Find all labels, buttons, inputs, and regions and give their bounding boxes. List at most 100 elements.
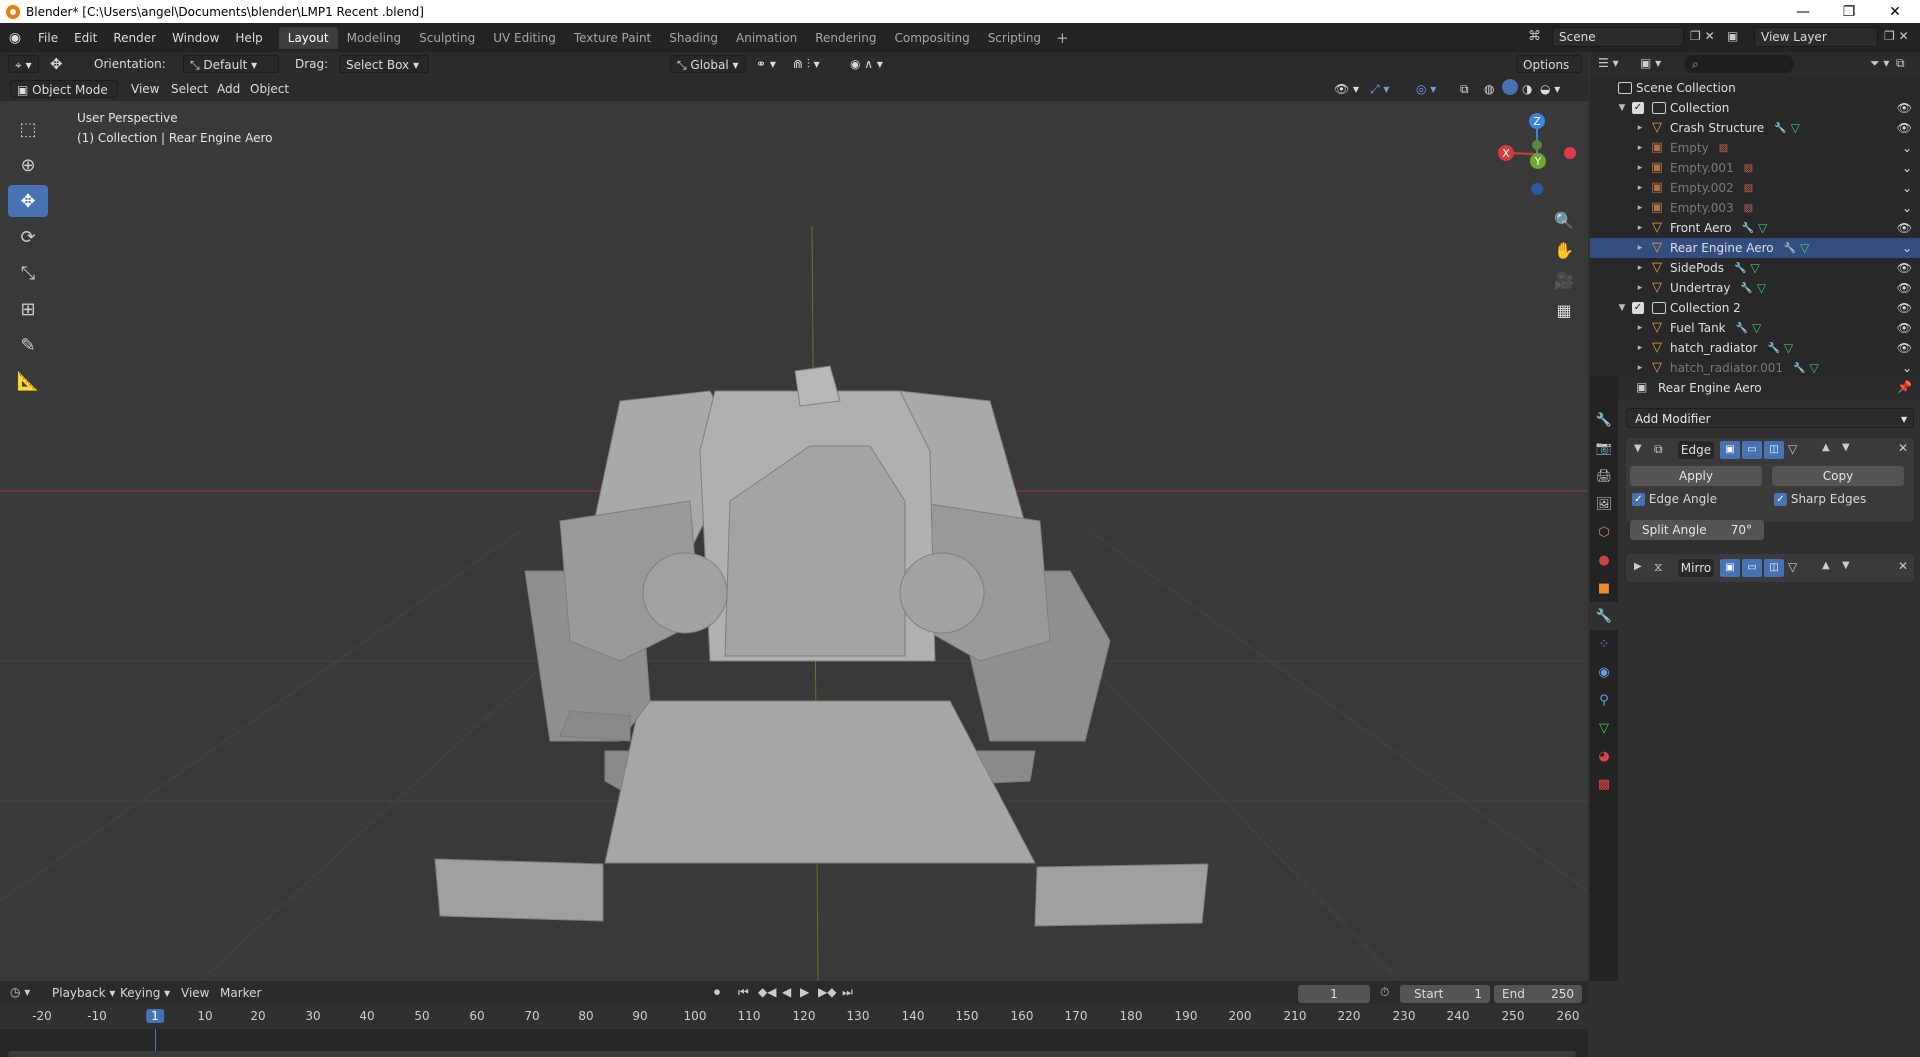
filter-icon[interactable]: ⏷ ▾ bbox=[1870, 56, 1889, 71]
expand-arrow-icon[interactable]: ▸ bbox=[1634, 163, 1646, 173]
mesh-data-icon[interactable]: ▽ bbox=[1758, 221, 1767, 235]
mesh-data-icon[interactable]: ▽ bbox=[1810, 361, 1819, 375]
jump-end-icon[interactable]: ⏭ bbox=[842, 985, 853, 1000]
mirror-move-down-icon[interactable]: ▼ bbox=[1842, 560, 1850, 571]
render-toggle-icon[interactable]: ◫ bbox=[1764, 441, 1784, 459]
particles-tab-icon[interactable]: ⁘ bbox=[1590, 630, 1618, 658]
tab-layout[interactable]: Layout bbox=[278, 26, 338, 49]
constraints-tab-icon[interactable]: ⚲ bbox=[1590, 686, 1618, 714]
menu-render[interactable]: Render bbox=[105, 31, 164, 45]
move-up-icon[interactable]: ▲ bbox=[1822, 442, 1830, 453]
tool-tab-icon[interactable]: 🔧 bbox=[1590, 406, 1618, 434]
object-tab-icon[interactable]: ■ bbox=[1590, 574, 1618, 602]
expand-arrow-icon[interactable]: ▸ bbox=[1634, 223, 1646, 233]
tab-uv-editing[interactable]: UV Editing bbox=[484, 27, 565, 49]
visibility-eye-icon[interactable]: 👁 bbox=[1897, 341, 1912, 355]
mirror-remove-icon[interactable]: ✕ bbox=[1898, 559, 1908, 573]
split-angle-field[interactable]: Split Angle 70° bbox=[1630, 520, 1764, 540]
mesh-data-icon[interactable]: ▽ bbox=[1800, 241, 1809, 255]
mesh-data-icon[interactable]: ▽ bbox=[1752, 321, 1761, 335]
play-icon[interactable]: ▶ bbox=[800, 985, 809, 999]
empty-data-icon[interactable]: ▨ bbox=[1744, 163, 1753, 174]
outliner-search-input[interactable]: ⌕ bbox=[1684, 55, 1794, 73]
mirror-name-field[interactable]: Mirro bbox=[1678, 559, 1714, 577]
outliner-row[interactable]: ▼ ✓ Collection 2 👁 bbox=[1590, 298, 1920, 318]
shading-material-icon[interactable]: ◑ bbox=[1522, 80, 1532, 98]
outliner-row[interactable]: ▸ ▣ Empty.002 ▨ ⌄ bbox=[1590, 178, 1920, 198]
empty-data-icon[interactable]: ▨ bbox=[1719, 143, 1728, 154]
prev-keyframe-icon[interactable]: ◆◀ bbox=[758, 985, 776, 999]
visibility-eye-icon[interactable]: 👁 bbox=[1897, 101, 1912, 115]
timeline-menu-marker[interactable]: Marker bbox=[220, 986, 261, 1000]
restore-button[interactable]: ❐ bbox=[1826, 0, 1872, 23]
end-frame-field[interactable]: End 250 bbox=[1494, 985, 1582, 1003]
timeline-ruler[interactable]: -20 -10 1 10 20 30 40 50 60 70 80 90 100 110 120 130 140… bbox=[0, 1005, 1588, 1029]
record-icon[interactable]: ⏺ bbox=[714, 985, 720, 1000]
mirror-editmode-icon[interactable]: ▣ bbox=[1720, 559, 1740, 577]
menu-object[interactable]: Object bbox=[250, 80, 289, 98]
cage-icon[interactable]: ▽ bbox=[1788, 442, 1797, 456]
outliner-row[interactable]: ▸ ▣ Empty ▨ ⌄ bbox=[1590, 138, 1920, 158]
outliner-row[interactable]: ▸ ▽ hatch_radiator 🔧 ▽ 👁 bbox=[1590, 338, 1920, 358]
modifier-icon[interactable]: 🔧 bbox=[1742, 223, 1754, 234]
transform-tool-icon[interactable]: ⊞ bbox=[8, 293, 48, 325]
options-dropdown[interactable]: Options ▾ bbox=[1516, 55, 1582, 90]
current-frame-field[interactable]: 1 bbox=[1298, 985, 1370, 1003]
outliner-row[interactable]: ▸ ▽ Fuel Tank 🔧 ▽ 👁 bbox=[1590, 318, 1920, 338]
timeline-menu-playback[interactable]: Playback ▾ bbox=[52, 986, 115, 1000]
expand-arrow-icon[interactable]: ▸ bbox=[1634, 323, 1646, 333]
scale-tool-icon[interactable]: ⤡ bbox=[8, 257, 48, 289]
physics-tab-icon[interactable]: ◉ bbox=[1590, 658, 1618, 686]
render-tab-icon[interactable]: 📷 bbox=[1590, 434, 1618, 462]
snap-icon[interactable]: ⋒ ⫶ ▾ bbox=[793, 55, 820, 73]
stopwatch-icon[interactable]: ⏱ bbox=[1380, 985, 1389, 1000]
next-keyframe-icon[interactable]: ▶◆ bbox=[818, 985, 836, 999]
hidden-eye-icon[interactable]: ⌄ bbox=[1902, 201, 1912, 215]
close-button[interactable]: ✕ bbox=[1872, 0, 1918, 23]
menu-add[interactable]: Add bbox=[217, 80, 240, 98]
modifier-icon[interactable]: 🔧 bbox=[1767, 343, 1779, 354]
tab-rendering[interactable]: Rendering bbox=[806, 27, 885, 49]
add-workspace-button[interactable]: + bbox=[1056, 29, 1069, 47]
new-scene-icon[interactable]: ❐ ✕ bbox=[1690, 29, 1715, 43]
modifier-name-field[interactable]: Edge bbox=[1678, 441, 1714, 459]
menu-help[interactable]: Help bbox=[227, 31, 270, 45]
data-tab-icon[interactable]: ▽ bbox=[1590, 714, 1618, 742]
visibility-eye-icon[interactable]: 👁 bbox=[1897, 301, 1912, 315]
drag-dropdown[interactable]: Select Box ▾ bbox=[339, 55, 429, 73]
hidden-eye-icon[interactable]: ⌄ bbox=[1902, 361, 1912, 375]
expand-arrow-icon[interactable]: ▸ bbox=[1634, 263, 1646, 273]
visibility-eye-icon[interactable]: 👁 bbox=[1897, 321, 1912, 335]
expand-arrow-icon[interactable]: ▸ bbox=[1634, 183, 1646, 193]
expand-arrow-icon[interactable]: ▸ bbox=[1634, 203, 1646, 213]
menu-edit[interactable]: Edit bbox=[66, 31, 105, 45]
mirror-render-icon[interactable]: ◫ bbox=[1764, 559, 1784, 577]
pin-icon[interactable]: 📌 bbox=[1897, 380, 1912, 394]
view-layer-tab-icon[interactable]: 🖼 bbox=[1590, 490, 1618, 518]
cursor-tool-icon[interactable]: ⊕ bbox=[8, 149, 48, 181]
timeline-body[interactable] bbox=[0, 1029, 1588, 1057]
xray-icon[interactable]: ⧉ bbox=[1460, 80, 1469, 98]
transform-space-dropdown[interactable]: ⤡ Global ▾ bbox=[670, 55, 746, 73]
modifier-icon[interactable]: 🔧 bbox=[1774, 123, 1786, 134]
visibility-eye-icon[interactable]: 👁 bbox=[1897, 121, 1912, 135]
collapse-arrow-icon[interactable]: ▼ bbox=[1634, 443, 1642, 454]
select-box-tool-icon[interactable]: ⬚ bbox=[8, 113, 48, 145]
tab-compositing[interactable]: Compositing bbox=[885, 27, 978, 49]
expand-arrow-icon[interactable]: ▼ bbox=[1616, 103, 1628, 113]
edge-angle-checkbox[interactable]: ✓ Edge Angle bbox=[1632, 492, 1717, 506]
rotate-tool-icon[interactable]: ⟳ bbox=[8, 221, 48, 253]
pan-hand-icon[interactable]: ✋ bbox=[1550, 236, 1578, 264]
visibility-eye-icon[interactable]: 👁 bbox=[1897, 221, 1912, 235]
add-modifier-dropdown[interactable]: Add Modifier ▾ bbox=[1626, 408, 1914, 428]
editmode-toggle-icon[interactable]: ▣ bbox=[1720, 441, 1740, 459]
modifier-tab-icon[interactable]: 🔧 bbox=[1590, 602, 1618, 630]
expand-arrow-icon[interactable]: ▸ bbox=[1634, 363, 1646, 373]
modifier-icon[interactable]: 🔧 bbox=[1734, 263, 1746, 274]
sharp-edges-checkbox[interactable]: ✓ Sharp Edges bbox=[1774, 492, 1866, 506]
menu-view[interactable]: View bbox=[131, 80, 159, 98]
zoom-icon[interactable]: 🔍 bbox=[1550, 206, 1578, 234]
outliner-row[interactable]: ▸ ▽ Crash Structure 🔧 ▽ 👁 bbox=[1590, 118, 1920, 138]
shading-wireframe-icon[interactable]: ◍ bbox=[1484, 80, 1494, 98]
new-view-layer-icon[interactable]: ❐ ✕ bbox=[1884, 29, 1909, 43]
